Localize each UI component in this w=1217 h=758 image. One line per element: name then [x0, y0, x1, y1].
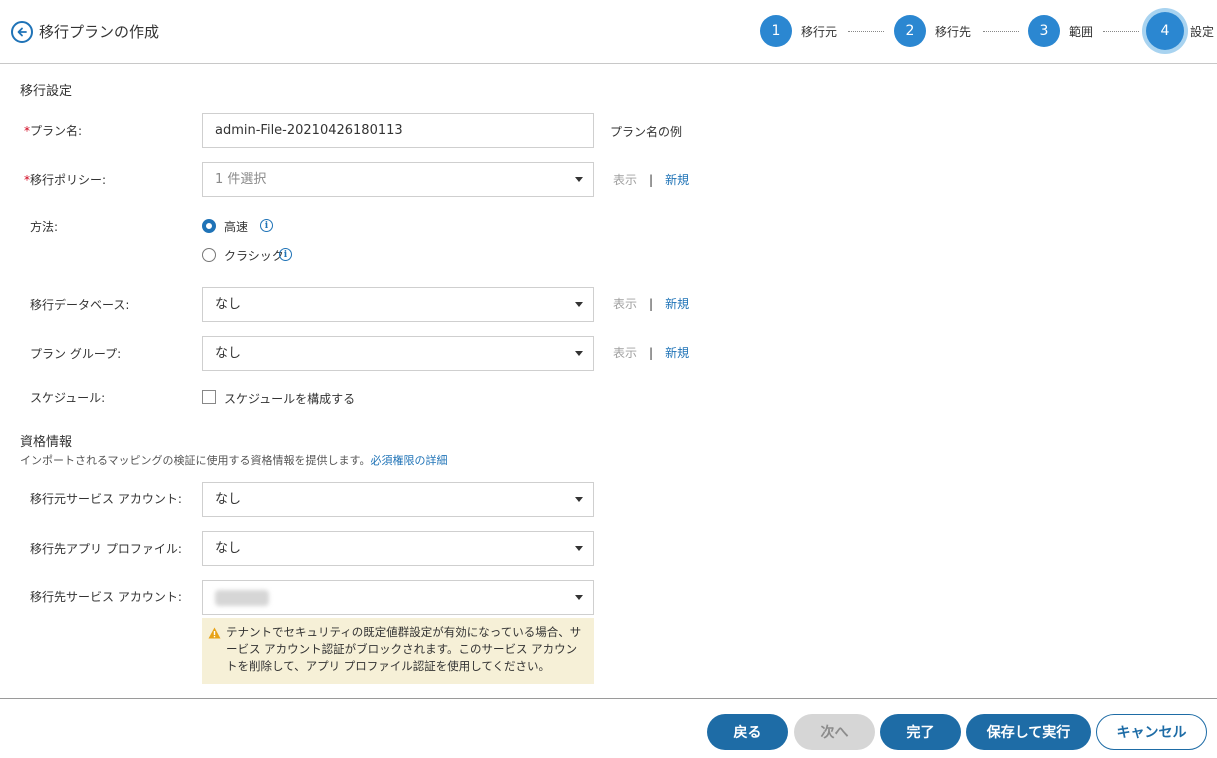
method-fast-label[interactable]: 高速 [224, 218, 248, 235]
security-defaults-warning: テナントでセキュリティの既定値群設定が有効になっている場合、サービス アカウント… [202, 618, 594, 684]
warning-icon [208, 627, 221, 639]
step-connector [983, 31, 1019, 32]
finish-button[interactable]: 完了 [880, 714, 961, 750]
policy-actions: 表示 | 新規 [613, 171, 689, 188]
method-classic-radio[interactable] [202, 248, 216, 262]
dest-service-account-label: 移行先サービス アカウント: [30, 590, 182, 604]
required-permissions-link[interactable]: 必須権限の詳細 [370, 454, 447, 467]
method-classic-label[interactable]: クラシック [224, 247, 284, 264]
separator: | [649, 297, 654, 311]
step-4-label: 設定 [1190, 25, 1215, 39]
policy-view-link: 表示 [613, 173, 638, 187]
plan-group-new-link[interactable]: 新規 [665, 346, 689, 360]
step-connector [1103, 31, 1139, 32]
source-service-account-select[interactable]: なし [202, 482, 594, 517]
step-2-label: 移行先 [935, 25, 972, 39]
back-arrow-button[interactable] [11, 21, 33, 43]
source-service-account-value: なし [215, 492, 242, 507]
cancel-button[interactable]: キャンセル [1096, 714, 1207, 750]
database-new-link[interactable]: 新規 [665, 297, 689, 311]
credentials-title: 資格情報 [20, 435, 73, 450]
info-icon[interactable]: i [279, 248, 292, 261]
step-3-circle: 3 [1028, 15, 1060, 47]
dest-app-profile-value: なし [215, 541, 242, 556]
redacted-value [215, 590, 269, 606]
separator: | [649, 346, 654, 360]
save-and-run-button[interactable]: 保存して実行 [966, 714, 1091, 750]
dest-service-account-select[interactable] [202, 580, 594, 615]
credentials-description: インポートされるマッピングの検証に使用する資格情報を提供します。必須権限の詳細 [20, 452, 447, 468]
schedule-checkbox-label[interactable]: スケジュールを構成する [224, 390, 355, 407]
step-connector [848, 31, 884, 32]
chevron-down-icon [575, 595, 583, 600]
step-2-circle: 2 [894, 15, 926, 47]
policy-new-link[interactable]: 新規 [665, 173, 689, 187]
page-title: 移行プランの作成 [39, 23, 160, 41]
source-service-account-label: 移行元サービス アカウント: [30, 492, 182, 506]
database-select-value: なし [215, 297, 242, 312]
database-actions: 表示 | 新規 [613, 295, 689, 312]
schedule-checkbox[interactable] [202, 390, 216, 404]
plan-name-example-link[interactable]: プラン名の例 [610, 123, 682, 140]
schedule-label: スケジュール: [30, 391, 106, 405]
info-icon[interactable]: i [260, 219, 273, 232]
chevron-down-icon [575, 497, 583, 502]
plan-name-label: *プラン名: [24, 122, 82, 139]
migration-settings-title: 移行設定 [20, 84, 73, 99]
chevron-down-icon [575, 177, 583, 182]
plan-group-select[interactable]: なし [202, 336, 594, 371]
step-3-label: 範囲 [1069, 25, 1094, 39]
policy-select-value: 1 件選択 [215, 172, 267, 187]
method-fast-radio[interactable] [202, 219, 216, 233]
plan-group-actions: 表示 | 新規 [613, 344, 689, 361]
plan-group-select-value: なし [215, 346, 242, 361]
warning-text: テナントでセキュリティの既定値群設定が有効になっている場合、サービス アカウント… [226, 625, 582, 673]
plan-group-view-link: 表示 [613, 346, 638, 360]
method-label: 方法: [30, 220, 59, 234]
policy-select[interactable]: 1 件選択 [202, 162, 594, 197]
chevron-down-icon [575, 546, 583, 551]
chevron-down-icon [575, 351, 583, 356]
header: 移行プランの作成 1 移行元 2 移行先 3 範囲 4 設定 [0, 0, 1217, 64]
step-1-label: 移行元 [801, 25, 838, 39]
plan-group-label: プラン グループ: [30, 347, 122, 361]
database-label: 移行データベース: [30, 298, 130, 312]
dest-app-profile-label: 移行先アプリ プロファイル: [30, 542, 182, 556]
step-1-circle: 1 [760, 15, 792, 47]
policy-label: *移行ポリシー: [24, 171, 106, 188]
plan-name-input[interactable]: admin-File-20210426180113 [202, 113, 594, 148]
database-select[interactable]: なし [202, 287, 594, 322]
policy-label-text: 移行ポリシー: [30, 173, 107, 187]
plan-name-label-text: プラン名: [30, 124, 83, 138]
arrow-left-icon [17, 27, 27, 37]
next-button[interactable]: 次へ [794, 714, 875, 750]
separator: | [649, 173, 654, 187]
database-view-link: 表示 [613, 297, 638, 311]
dest-app-profile-select[interactable]: なし [202, 531, 594, 566]
step-4-circle: 4 [1146, 12, 1184, 50]
credentials-description-text: インポートされるマッピングの検証に使用する資格情報を提供します。 [20, 454, 371, 467]
chevron-down-icon [575, 302, 583, 307]
back-button[interactable]: 戻る [707, 714, 788, 750]
